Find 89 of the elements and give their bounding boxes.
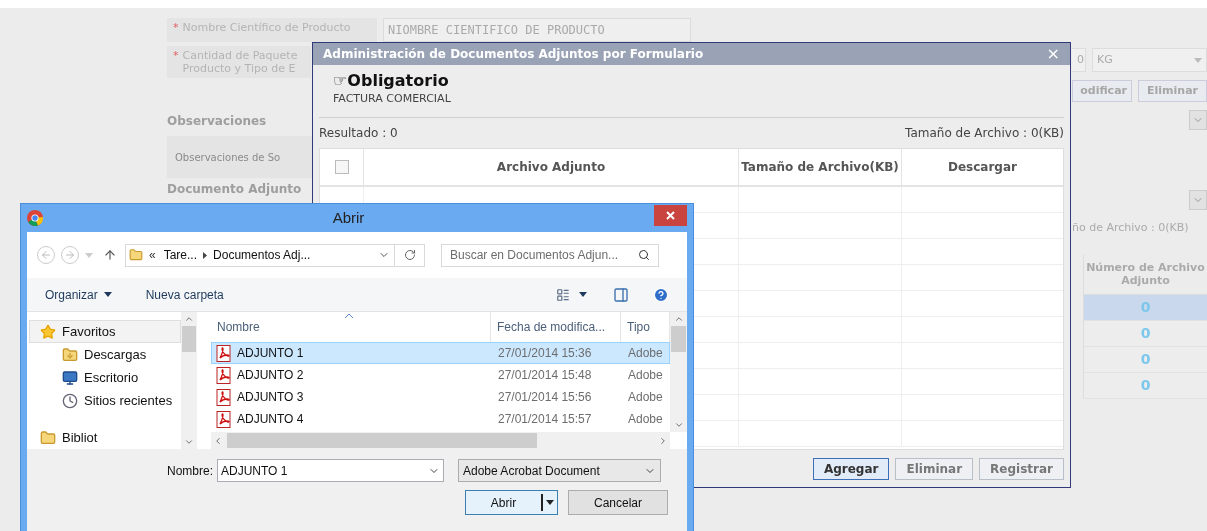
refresh-icon — [403, 249, 416, 261]
modal-heading: ☞Obligatorio — [333, 71, 450, 91]
file-name: ADJUNTO 1 — [237, 345, 304, 362]
path-separator-icon — [203, 251, 208, 259]
nav-item[interactable]: Sitios recientes — [29, 389, 181, 412]
search-icon — [638, 249, 650, 261]
view-caret-icon — [579, 292, 587, 297]
folder-download-icon — [62, 346, 78, 363]
file-row[interactable]: ADJUNTO 2 27/01/2014 15:48 Adobe — [211, 364, 670, 386]
cancel-button[interactable]: Cancelar — [568, 490, 668, 515]
nav-item[interactable]: Descargas — [29, 343, 181, 366]
modal-button[interactable]: Eliminar — [895, 458, 974, 480]
open-button[interactable]: Abrir — [465, 490, 558, 515]
path-segment[interactable]: Documentos Adj... — [213, 246, 311, 264]
view-icon[interactable] — [555, 287, 571, 302]
new-folder-button[interactable]: Nueva carpeta — [145, 285, 224, 304]
scroll-thumb[interactable] — [671, 326, 686, 352]
file-type: Adobe — [627, 411, 664, 428]
split-caret-icon — [546, 500, 554, 505]
collapse-button[interactable] — [1189, 110, 1207, 130]
file-date: 27/01/2014 15:36 — [497, 345, 593, 362]
modal-title: Administración de Documentos Adjuntos por Formulario — [323, 46, 704, 63]
up-icon[interactable] — [103, 248, 117, 262]
nav-item[interactable]: Escritorio — [29, 366, 181, 389]
filename-field[interactable]: ADJUNTO 1 — [217, 459, 444, 482]
scrollbar[interactable] — [181, 312, 197, 449]
help-icon[interactable] — [653, 286, 669, 303]
address-bar[interactable]: « Tare... Documentos Adj... — [125, 243, 425, 267]
document-type: FACTURA COMERCIAL — [333, 91, 452, 107]
clock-icon — [62, 392, 78, 409]
pdf-file-icon — [216, 344, 232, 362]
recent-caret-icon — [85, 252, 93, 258]
select-all-checkbox[interactable] — [334, 159, 349, 174]
pdf-file-icon — [216, 410, 232, 428]
column-header: Número de Archivo Adjunto — [1084, 254, 1207, 295]
scrollbar[interactable] — [211, 432, 670, 449]
round-logo-icon — [27, 210, 43, 226]
file-size-text: Tamaño de Archivo : 0(KB) — [905, 124, 1064, 142]
folder-icon — [40, 429, 56, 446]
file-type: Adobe — [627, 345, 664, 362]
file-type-select[interactable]: Adobe Acrobat Document — [458, 459, 661, 482]
section-heading: Observaciones — [167, 113, 267, 130]
column-header: Descargar — [947, 158, 1018, 176]
file-row[interactable]: ADJUNTO 4 27/01/2014 15:57 Adobe — [211, 408, 670, 430]
column-header: Archivo Adjunto — [364, 148, 739, 185]
required-mark: * — [173, 21, 179, 36]
file-date: 27/01/2014 15:57 — [497, 411, 593, 428]
file-name: ADJUNTO 4 — [237, 411, 304, 428]
scroll-thumb[interactable] — [227, 433, 537, 448]
collapse-button[interactable] — [1189, 190, 1207, 210]
search-field[interactable]: Buscar en Documentos Adjun... — [441, 243, 659, 267]
folder-icon — [129, 247, 143, 263]
scrollbar[interactable] — [670, 312, 687, 432]
close-icon — [666, 211, 675, 220]
file-row[interactable]: ADJUNTO 3 27/01/2014 15:56 Adobe — [211, 386, 670, 408]
required-mark: * — [173, 49, 179, 64]
file-name: ADJUNTO 3 — [237, 389, 304, 406]
dialog-title: Abrir — [331, 207, 366, 228]
close-button[interactable] — [654, 205, 687, 226]
star-icon — [40, 323, 56, 340]
preview-pane-icon[interactable] — [613, 286, 629, 303]
filename-label: Nombre: — [166, 462, 214, 480]
count-cell-text: 0 — [1140, 297, 1151, 317]
count-cell-text: 0 — [1140, 323, 1151, 343]
modal-button[interactable]: Registrar — [979, 458, 1064, 480]
pdf-file-icon — [216, 388, 232, 406]
column-header: Tamaño de Archivo(KB) — [739, 148, 902, 185]
result-count: Resultado : 0 — [319, 124, 398, 142]
caret-icon — [103, 292, 112, 297]
caret-icon — [1194, 57, 1202, 63]
path-segment[interactable]: Tare... — [163, 246, 198, 264]
nav-item[interactable]: Bibliot — [29, 426, 181, 449]
modal-button[interactable]: Agregar — [812, 458, 890, 480]
nav-item[interactable]: Favoritos — [29, 320, 181, 343]
scroll-thumb[interactable] — [182, 326, 196, 352]
section-heading: Documento Adjunto — [167, 181, 302, 198]
file-date: 27/01/2014 15:48 — [497, 367, 593, 384]
file-type: Adobe — [627, 367, 664, 384]
file-date: 27/01/2014 15:56 — [497, 389, 593, 406]
count-cell-text: 0 — [1140, 349, 1151, 369]
pdf-file-icon — [216, 366, 232, 384]
file-type: Adobe — [627, 389, 664, 406]
file-size-text: ño de Archivo : 0(KB) — [1072, 220, 1190, 236]
count-cell-text: 0 — [1140, 375, 1151, 395]
path-overflow[interactable]: « — [149, 246, 156, 264]
file-name: ADJUNTO 2 — [237, 367, 304, 384]
organize-menu[interactable]: Organizar — [45, 285, 112, 304]
file-row[interactable]: ADJUNTO 1 27/01/2014 15:36 Adobe — [211, 342, 670, 364]
monitor-icon — [62, 369, 78, 386]
